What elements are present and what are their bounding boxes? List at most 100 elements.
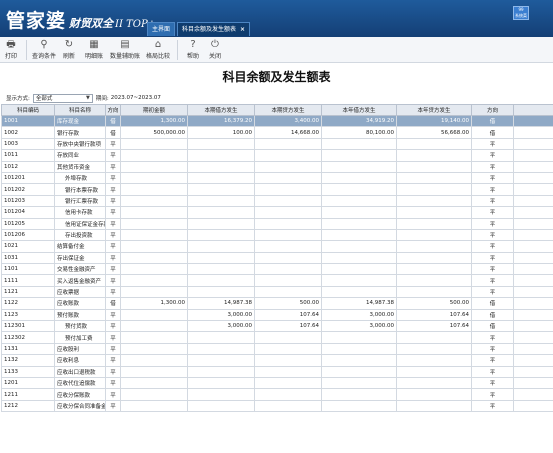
- table-row[interactable]: 101206 存出投资款平平: [1, 228, 553, 242]
- cell-pd: [187, 342, 255, 356]
- table-row[interactable]: 1133 应收出口退税款平平: [1, 365, 553, 379]
- cell-pd: [187, 149, 255, 162]
- table-row[interactable]: 1211 应收分保账款平平: [1, 388, 553, 401]
- cell-yc: [396, 149, 472, 162]
- close-button[interactable]: ⏻ 关闭: [204, 37, 226, 62]
- table-row[interactable]: 1021 结算备付金平平: [1, 240, 553, 253]
- cell-pd: [187, 228, 255, 242]
- cell-yd: 14,987.38: [321, 297, 397, 310]
- cell-code: 101205: [1, 217, 55, 230]
- table-row[interactable]: 1001 库存现金借 1,300.00 16,379.20 3,400.00 34,919…: [1, 114, 553, 128]
- table-row[interactable]: 101205 信用证保证金存款平平: [1, 217, 553, 230]
- system-menu-line2: 系统菜: [515, 13, 527, 18]
- col-direction[interactable]: 方向: [105, 104, 121, 116]
- cell-pc: [254, 149, 322, 162]
- col-period-debit[interactable]: 本期借方发生: [187, 104, 255, 116]
- cell-yc: [396, 285, 472, 299]
- cell-edir: 平: [471, 342, 514, 356]
- table-row[interactable]: 1131 应收股利平平: [1, 342, 553, 356]
- filter-bar: 显示方式: 全部式 ▼ 期间: 2023.07~2023.07: [6, 93, 161, 103]
- tab-main[interactable]: 主界面: [147, 22, 176, 36]
- table-row[interactable]: 112301 预付货款平 3,000.00 107.64 3,000.00 107.64 借: [1, 320, 553, 333]
- table-row[interactable]: 1002 银行存款借 500,000.00 100.00 14,668.00 80,100…: [1, 126, 553, 139]
- col-end-direction[interactable]: 方向: [471, 104, 514, 116]
- cell-yc: [396, 206, 472, 219]
- col-opening[interactable]: 期初金额: [120, 104, 188, 116]
- col-period-credit[interactable]: 本期贷方发生: [254, 104, 322, 116]
- col-year-debit[interactable]: 本年借方发生: [321, 104, 397, 116]
- compare-button[interactable]: ⌂ 格局比较: [143, 37, 173, 62]
- table-row[interactable]: 1003 存放中央银行款项平平: [1, 137, 553, 151]
- tab-main-label: 主界面: [152, 26, 171, 33]
- cell-open: 500,000.00: [120, 126, 188, 139]
- cell-name: 预付货款: [54, 320, 106, 333]
- cell-pc: [254, 399, 322, 413]
- cell-yd: [321, 137, 397, 151]
- cell-pc: 107.64: [254, 320, 322, 333]
- col-code[interactable]: 科目编码: [1, 104, 55, 116]
- subledger-button[interactable]: ▤ 数量辅助账: [107, 37, 143, 62]
- table-row[interactable]: 1101 交易性金融资产平平: [1, 263, 553, 276]
- cell-extra: [513, 274, 553, 287]
- cell-yc: [396, 274, 472, 287]
- cell-extra: [513, 320, 553, 333]
- close-tab-icon[interactable]: ×: [240, 26, 245, 33]
- cell-open: [120, 171, 188, 185]
- logo-sub: 财贸双全: [69, 17, 114, 30]
- table-row[interactable]: 112302 预付加工费平平: [1, 331, 553, 344]
- cell-extra: [513, 160, 553, 173]
- query-conditions-button[interactable]: ⚲ 查询条件: [31, 37, 57, 62]
- cell-open: [120, 274, 188, 287]
- cell-code: 101203: [1, 194, 55, 208]
- table-row[interactable]: 1201 应收代位追偿款平平: [1, 376, 553, 390]
- cell-yd: [321, 331, 397, 344]
- print-button[interactable]: 🖶 打印: [0, 37, 22, 62]
- cell-pd: [187, 263, 255, 276]
- table-row[interactable]: 1132 应收利息平平: [1, 354, 553, 367]
- table-row[interactable]: 1111 买入返售金融资产平平: [1, 274, 553, 287]
- help-button[interactable]: ? 帮助: [182, 37, 204, 62]
- table-row[interactable]: 1012 其他货币资金平平: [1, 160, 553, 173]
- cell-pc: 14,668.00: [254, 126, 322, 139]
- table-row[interactable]: 101201 外埠存款平平: [1, 171, 553, 185]
- refresh-button[interactable]: ↻ 刷新: [57, 37, 81, 62]
- col-name[interactable]: 科目名称: [54, 104, 106, 116]
- cell-pd: [187, 183, 255, 196]
- cell-yd: [321, 228, 397, 242]
- table-row[interactable]: 1011 存放同业平平: [1, 149, 553, 162]
- cell-yc: [396, 240, 472, 253]
- col-year-credit[interactable]: 本年贷方发生: [396, 104, 472, 116]
- cell-open: [120, 354, 188, 367]
- cell-dir: 平: [105, 240, 121, 253]
- cell-extra: [513, 217, 553, 230]
- table-row[interactable]: 1031 存出保证金平平: [1, 251, 553, 265]
- display-mode-select[interactable]: 全部式 ▼: [32, 93, 93, 103]
- toolbar-divider: [26, 40, 27, 60]
- cell-pd: [187, 365, 255, 379]
- cell-pc: [254, 342, 322, 356]
- table-row[interactable]: 101204 信用卡存款平平: [1, 206, 553, 219]
- balance-table: 科目编码 科目名称 方向 期初金额 本期借方发生 本期贷方发生 本年借方发生 本…: [1, 104, 553, 413]
- table-row[interactable]: 101203 银行汇票存款平平: [1, 194, 553, 208]
- cell-yc: [396, 194, 472, 208]
- table-row[interactable]: 1121 应收票据平平: [1, 285, 553, 299]
- system-menu-button[interactable]: 99 系统菜: [513, 6, 529, 20]
- ledger-button[interactable]: ▦ 明细账: [81, 37, 107, 62]
- cell-open: [120, 217, 188, 230]
- table-row[interactable]: 1212 应收分保合同准备金平平: [1, 399, 553, 413]
- tab-report[interactable]: 科目余额及发生额表 ×: [177, 22, 251, 36]
- cell-pc: [254, 194, 322, 208]
- app-header: 管家婆 财贸双全 II TOP+ 主界面 科目余额及发生额表 × 99 系统菜: [0, 0, 553, 37]
- cell-code: 1012: [1, 160, 55, 173]
- cell-name: 库存现金: [54, 114, 106, 128]
- table-row[interactable]: 1123 预付账款平 3,000.00 107.64 3,000.00 107.64 借: [1, 308, 553, 322]
- cell-extra: [513, 365, 553, 379]
- cell-dir: 平: [105, 354, 121, 367]
- cell-yd: [321, 376, 397, 390]
- table-row[interactable]: 1122 应收账款借 1,300.00 14,987.38 500.00 14,987.3…: [1, 297, 553, 310]
- cell-extra: [513, 240, 553, 253]
- cell-yc: [396, 263, 472, 276]
- cell-code: 1002: [1, 126, 55, 139]
- subledger-label: 数量辅助账: [109, 53, 140, 60]
- table-row[interactable]: 101202 银行本票存款平平: [1, 183, 553, 196]
